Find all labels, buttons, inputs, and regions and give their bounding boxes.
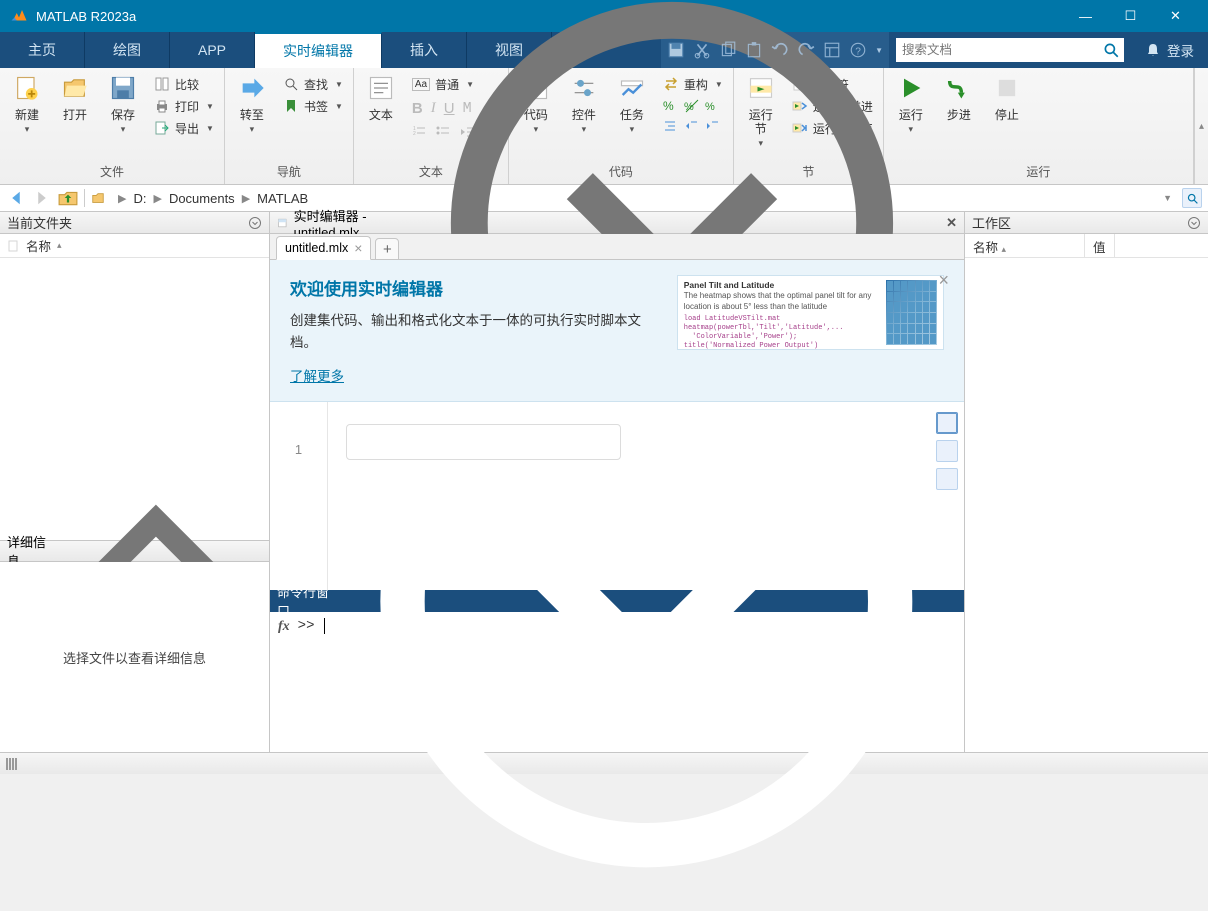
code-cell[interactable]: [346, 424, 621, 460]
forward-button[interactable]: [32, 188, 52, 208]
stop-icon: [993, 74, 1021, 102]
path-search-button[interactable]: [1182, 188, 1202, 208]
workspace-body[interactable]: [965, 258, 1208, 752]
folder-icon[interactable]: [91, 191, 105, 205]
goto-button[interactable]: 转至: [231, 72, 273, 136]
busy-indicator-icon: [6, 758, 17, 770]
login-label: 登录: [1167, 40, 1194, 60]
tab-live-editor[interactable]: 实时编辑器: [255, 32, 382, 68]
folder-column-header[interactable]: 名称▴: [0, 234, 269, 258]
close-banner-button[interactable]: ×: [938, 270, 949, 291]
command-window-header: 命令行窗口: [270, 590, 964, 612]
cut-icon[interactable]: [693, 41, 711, 59]
output-layout-controls: [936, 412, 958, 490]
learn-more-link[interactable]: 了解更多: [290, 365, 344, 385]
text-button[interactable]: 文本: [360, 72, 402, 122]
svg-text:?: ?: [855, 47, 861, 58]
group-run: 运行 步进 停止 运行: [884, 68, 1194, 184]
maximize-button[interactable]: ☐: [1108, 1, 1153, 31]
heatmap-thumbnail: [886, 280, 937, 345]
ws-col-value[interactable]: 值: [1085, 234, 1115, 257]
bookmark-button[interactable]: 书签▼: [279, 96, 347, 116]
editor-title-bar: 实时编辑器 - untitled.mlx ✕: [270, 212, 964, 234]
redo-icon[interactable]: [797, 41, 815, 59]
step-icon: [945, 74, 973, 102]
right-pane: 工作区 名称 ▴ 值: [965, 212, 1208, 752]
center-pane: 实时编辑器 - untitled.mlx ✕ untitled.mlx× + 欢…: [270, 212, 965, 752]
details-body: 选择文件以查看详细信息: [0, 562, 269, 752]
save-icon: [109, 74, 137, 102]
folder-open-icon: [61, 74, 89, 102]
save-button[interactable]: 保存: [102, 72, 144, 136]
group-navigate: 转至 查找▼ 书签▼ 导航: [225, 68, 354, 184]
main-area: 当前文件夹 名称▴ 详细信息 选择文件以查看详细信息 实时编辑器 - untit…: [0, 212, 1208, 752]
bell-icon[interactable]: [1145, 42, 1161, 58]
group-file: 新建 打开 保存 比较 打印▼ 导出▼ 文件: [0, 68, 225, 184]
file-tab-untitled[interactable]: untitled.mlx×: [276, 236, 371, 260]
command-window[interactable]: fx >>: [270, 612, 964, 752]
cursor: [324, 618, 325, 634]
welcome-title: 欢迎使用实时编辑器: [290, 275, 657, 300]
export-icon: [154, 120, 170, 136]
print-button[interactable]: 打印▼: [150, 96, 218, 116]
save-icon[interactable]: [667, 41, 685, 59]
export-button[interactable]: 导出▼: [150, 118, 218, 138]
copy-icon[interactable]: [719, 41, 737, 59]
tab-apps[interactable]: APP: [170, 32, 255, 68]
output-inline-button[interactable]: [936, 440, 958, 462]
fx-icon[interactable]: fx: [276, 618, 292, 746]
welcome-preview: Panel Tilt and Latitude The heatmap show…: [677, 275, 944, 350]
ribbon-collapse-button[interactable]: ▴: [1194, 68, 1208, 184]
undo-icon[interactable]: [771, 41, 789, 59]
open-button[interactable]: 打开: [54, 72, 96, 122]
command-prompt: >>: [298, 618, 315, 746]
step-button[interactable]: 步进: [938, 72, 980, 122]
matlab-logo-icon: [10, 7, 28, 25]
editor-file-tabs: untitled.mlx× +: [270, 234, 964, 260]
live-script-icon: [277, 216, 288, 230]
find-button[interactable]: 查找▼: [279, 74, 347, 94]
details-header: 详细信息: [0, 540, 269, 562]
minimize-button[interactable]: —: [1063, 1, 1108, 31]
up-folder-button[interactable]: [58, 188, 78, 208]
current-folder-header: 当前文件夹: [0, 212, 269, 234]
paste-icon[interactable]: [745, 41, 763, 59]
close-button[interactable]: ✕: [1153, 1, 1198, 31]
help-icon[interactable]: ?: [849, 41, 867, 59]
tab-plots[interactable]: 绘图: [85, 32, 170, 68]
line-gutter: 1: [270, 402, 328, 590]
left-pane: 当前文件夹 名称▴ 详细信息 选择文件以查看详细信息: [0, 212, 270, 752]
code-area[interactable]: [328, 402, 964, 590]
panel-dropdown-icon[interactable]: [1187, 216, 1201, 230]
close-editor-button[interactable]: ✕: [946, 215, 957, 231]
output-hide-button[interactable]: [936, 468, 958, 490]
print-icon: [154, 98, 170, 114]
welcome-banner: 欢迎使用实时编辑器 创建集代码、输出和格式化文本于一体的可执行实时脚本文档。 了…: [270, 260, 964, 402]
close-tab-button[interactable]: ×: [354, 240, 362, 256]
output-right-button[interactable]: [936, 412, 958, 434]
bookmark-icon: [283, 98, 299, 114]
welcome-text: 创建集代码、输出和格式化文本于一体的可执行实时脚本文档。: [290, 310, 657, 353]
compare-button[interactable]: 比较: [150, 74, 218, 94]
login-button[interactable]: 登录: [1131, 32, 1208, 68]
doc-icon: [6, 239, 20, 253]
goto-icon: [238, 74, 266, 102]
compare-icon: [154, 76, 170, 92]
text-icon: [367, 74, 395, 102]
find-icon: [283, 76, 299, 92]
workspace-columns[interactable]: 名称 ▴ 值: [965, 234, 1208, 258]
tab-home[interactable]: 主页: [0, 32, 85, 68]
editor-body[interactable]: 1: [270, 402, 964, 590]
stop-button[interactable]: 停止: [986, 72, 1028, 122]
new-file-icon: [13, 74, 41, 102]
layout-icon[interactable]: [823, 41, 841, 59]
new-tab-button[interactable]: +: [375, 238, 399, 260]
back-button[interactable]: [6, 188, 26, 208]
search-icon[interactable]: [1102, 41, 1120, 59]
path-breadcrumb[interactable]: ▶D: ▶Documents ▶MATLAB: [111, 191, 308, 206]
new-button[interactable]: 新建: [6, 72, 48, 136]
ws-col-name[interactable]: 名称 ▴: [965, 234, 1085, 257]
panel-dropdown-icon[interactable]: [248, 216, 262, 230]
workspace-header: 工作区: [965, 212, 1208, 234]
